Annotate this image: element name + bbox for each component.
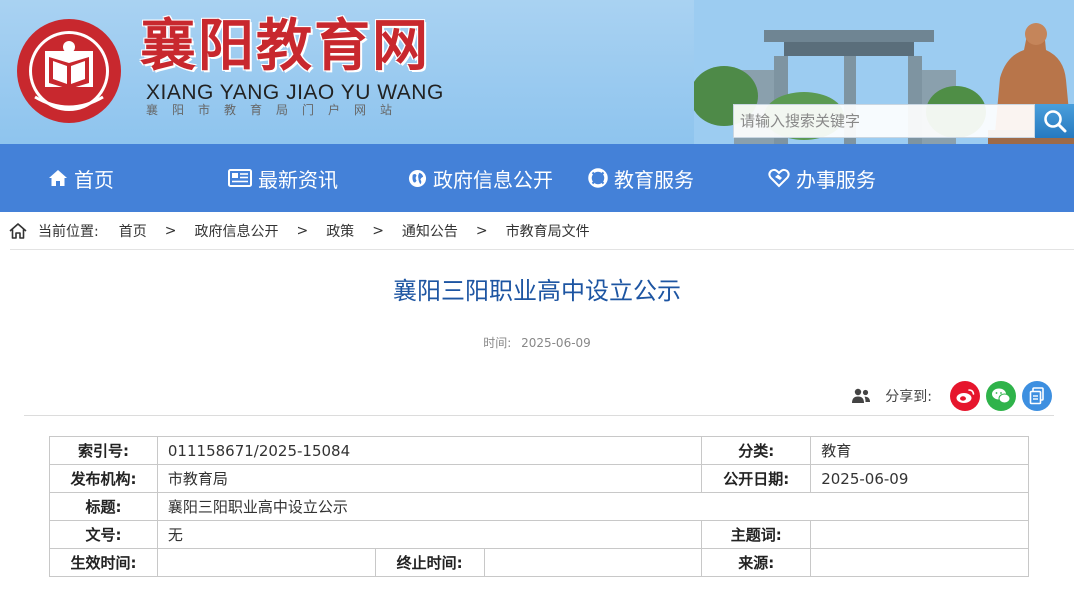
- document-info-table: 索引号: 011158671/2025-15084 分类: 教育 发布机构: 市…: [49, 436, 1030, 577]
- header-banner: 襄阳教育网 XIANG YANG JIAO YU WANG 襄阳市教育局门户网站: [0, 0, 1074, 144]
- breadcrumb-gov-info[interactable]: 政府信息公开: [194, 221, 278, 241]
- article-time-label: 时间:: [483, 336, 512, 350]
- share-wechat-button[interactable]: [986, 381, 1016, 411]
- effective-label: 生效时间:: [49, 548, 158, 577]
- home-icon: [49, 170, 67, 186]
- nav-gov-info[interactable]: 政府信息公开: [408, 144, 553, 212]
- search-box: [733, 104, 1035, 138]
- category-value: 教育: [810, 436, 1029, 465]
- breadcrumb: 当前位置: 首页 > 政府信息公开 > 政策 > 通知公告 > 市教育局文件: [8, 218, 590, 244]
- newspaper-icon: [228, 169, 252, 187]
- wechat-icon: [992, 388, 1011, 404]
- breadcrumb-label: 当前位置:: [38, 224, 99, 240]
- publisher-label: 发布机构:: [49, 464, 158, 493]
- article-time-value: 2025-06-09: [521, 336, 591, 350]
- index-label: 索引号:: [49, 436, 158, 465]
- lifebuoy-icon: [588, 168, 608, 188]
- table-row: 索引号: 011158671/2025-15084 分类: 教育: [49, 436, 1029, 465]
- index-value: 011158671/2025-15084: [156, 436, 703, 465]
- article-time: 时间: 2025-06-09: [0, 334, 1074, 351]
- nav-affairs[interactable]: 办事服务: [768, 144, 876, 212]
- nav-news[interactable]: 最新资讯: [228, 144, 338, 212]
- search-icon: [1043, 110, 1066, 133]
- docno-label: 文号:: [49, 520, 158, 549]
- users-icon: [852, 388, 871, 403]
- nav-news-label: 最新资讯: [258, 167, 338, 192]
- breadcrumb-home[interactable]: 首页: [119, 221, 147, 241]
- handshake-heart-icon: [768, 168, 790, 188]
- source-label: 来源:: [701, 548, 812, 577]
- table-row: 发布机构: 市教育局 公开日期: 2025-06-09: [49, 464, 1029, 493]
- article-title: 襄阳三阳职业高中设立公示: [393, 277, 681, 305]
- site-logo[interactable]: [15, 17, 123, 125]
- expire-label: 终止时间:: [374, 548, 485, 577]
- breadcrumb-bureau-docs[interactable]: 市教育局文件: [506, 221, 590, 241]
- home-outline-icon: [9, 223, 27, 239]
- share-bar: 分享到:: [851, 380, 1052, 412]
- nav-home[interactable]: 首页: [48, 144, 114, 212]
- nav-gov-info-label: 政府信息公开: [433, 167, 553, 192]
- nav-home-label: 首页: [74, 167, 114, 192]
- date-value: 2025-06-09: [810, 464, 1029, 493]
- nav-edu-service-label: 教育服务: [614, 167, 694, 192]
- date-label: 公开日期:: [701, 464, 812, 493]
- breadcrumb-separator: >: [475, 223, 488, 239]
- keywords-label: 主题词:: [701, 520, 812, 549]
- expire-value: [483, 548, 703, 577]
- source-value: [810, 548, 1029, 577]
- breadcrumb-separator: >: [296, 223, 309, 239]
- table-row: 生效时间: 终止时间: 来源:: [49, 548, 1029, 577]
- title-value: 襄阳三阳职业高中设立公示: [156, 492, 1030, 521]
- nav-affairs-label: 办事服务: [796, 167, 876, 192]
- breadcrumb-policy[interactable]: 政策: [326, 221, 354, 241]
- share-weibo-button[interactable]: [950, 381, 980, 411]
- breadcrumb-separator: >: [164, 223, 177, 239]
- search-button[interactable]: [1035, 104, 1074, 138]
- nav-edu-service[interactable]: 教育服务: [588, 144, 694, 212]
- breadcrumb-notice[interactable]: 通知公告: [402, 221, 458, 241]
- table-row: 标题: 襄阳三阳职业高中设立公示: [49, 492, 1030, 521]
- site-subtitle: 襄阳市教育局门户网站: [146, 103, 407, 117]
- main-nav: 首页 最新资讯 政府信息公开 教育服务 办事服务: [0, 144, 1074, 212]
- share-label: 分享到:: [885, 389, 932, 405]
- breadcrumb-separator: >: [372, 223, 384, 239]
- site-pinyin: XIANG YANG JIAO YU WANG: [146, 81, 444, 104]
- globe-icon: [408, 169, 427, 187]
- category-label: 分类:: [701, 436, 812, 465]
- search-input[interactable]: [734, 105, 1034, 137]
- site-title[interactable]: 襄阳教育网: [140, 18, 430, 74]
- share-other-button[interactable]: [1022, 381, 1052, 411]
- table-row: 文号: 无 主题词:: [49, 520, 1029, 549]
- breadcrumb-divider: [10, 249, 1074, 250]
- effective-value: [156, 548, 376, 577]
- publisher-value: 市教育局: [156, 464, 703, 493]
- keywords-value: [810, 520, 1029, 549]
- title-label: 标题:: [49, 492, 158, 521]
- copy-icon: [1029, 387, 1044, 405]
- weibo-icon: [956, 389, 975, 403]
- docno-value: 无: [156, 520, 703, 549]
- content-divider: [24, 415, 1054, 416]
